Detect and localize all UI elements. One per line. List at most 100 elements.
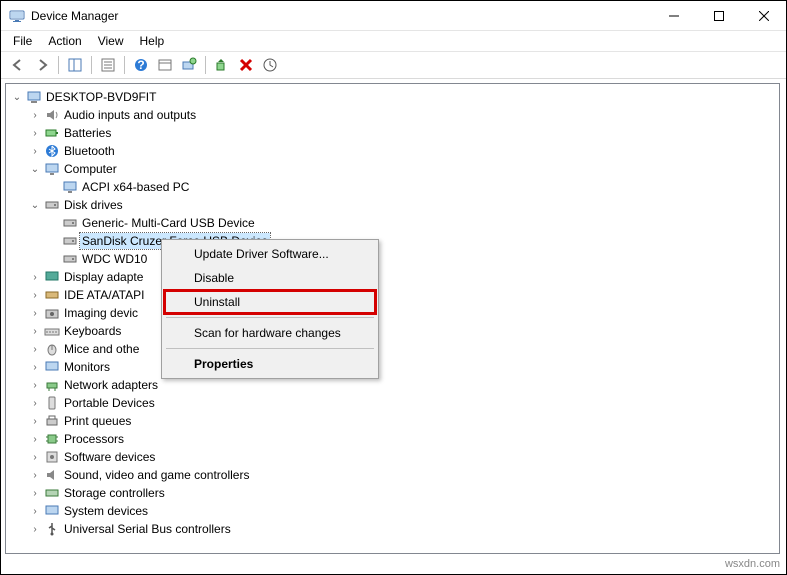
- ctx-update-driver[interactable]: Update Driver Software...: [164, 242, 376, 266]
- bluetooth-icon: [44, 143, 60, 159]
- expand-icon[interactable]: ›: [28, 324, 42, 338]
- tree-bluetooth[interactable]: › Bluetooth: [6, 142, 779, 160]
- tree-processors[interactable]: › Processors: [6, 430, 779, 448]
- disk-icon: [62, 215, 78, 231]
- tree-imaging[interactable]: › Imaging devic: [6, 304, 779, 322]
- tree-sound[interactable]: › Sound, video and game controllers: [6, 466, 779, 484]
- scan-hardware-button[interactable]: [178, 54, 200, 76]
- software-icon: [44, 449, 60, 465]
- expand-icon[interactable]: ›: [28, 414, 42, 428]
- tree-disk-drives[interactable]: ⌄ Disk drives: [6, 196, 779, 214]
- node-label: Disk drives: [62, 197, 125, 213]
- printer-icon: [44, 413, 60, 429]
- expand-icon[interactable]: ›: [28, 396, 42, 410]
- menu-view[interactable]: View: [90, 32, 132, 50]
- tree-print-queues[interactable]: › Print queues: [6, 412, 779, 430]
- node-label: ACPI x64-based PC: [80, 179, 191, 195]
- back-button[interactable]: [7, 54, 29, 76]
- node-label: DESKTOP-BVD9FIT: [44, 89, 158, 105]
- node-label: Universal Serial Bus controllers: [62, 521, 233, 537]
- tree-disk-generic[interactable]: Generic- Multi-Card USB Device: [6, 214, 779, 232]
- mouse-icon: [44, 341, 60, 357]
- toolbar-separator: [124, 56, 125, 74]
- ctx-uninstall[interactable]: Uninstall: [164, 290, 376, 314]
- node-label: Imaging devic: [62, 305, 140, 321]
- expand-icon[interactable]: ›: [28, 450, 42, 464]
- tree-software[interactable]: › Software devices: [6, 448, 779, 466]
- context-menu: Update Driver Software... Disable Uninst…: [161, 239, 379, 379]
- ctx-separator: [166, 317, 374, 318]
- list-button[interactable]: [154, 54, 176, 76]
- node-label: Generic- Multi-Card USB Device: [80, 215, 257, 231]
- expand-icon[interactable]: ›: [28, 270, 42, 284]
- expand-icon[interactable]: ›: [28, 486, 42, 500]
- expand-icon[interactable]: ›: [28, 432, 42, 446]
- svg-text:?: ?: [137, 58, 144, 72]
- ctx-separator: [166, 348, 374, 349]
- tree-monitors[interactable]: › Monitors: [6, 358, 779, 376]
- menu-help[interactable]: Help: [132, 32, 173, 50]
- menu-file[interactable]: File: [5, 32, 40, 50]
- tree-display[interactable]: › Display adapte: [6, 268, 779, 286]
- minimize-button[interactable]: [651, 1, 696, 30]
- tree-keyboards[interactable]: › Keyboards: [6, 322, 779, 340]
- tree-network[interactable]: › Network adapters: [6, 376, 779, 394]
- forward-button[interactable]: [31, 54, 53, 76]
- sound-icon: [44, 467, 60, 483]
- expand-icon[interactable]: ›: [28, 468, 42, 482]
- expand-icon[interactable]: ›: [28, 306, 42, 320]
- properties-button[interactable]: [97, 54, 119, 76]
- window-title: Device Manager: [31, 9, 651, 23]
- expand-icon[interactable]: ›: [28, 108, 42, 122]
- tree-audio[interactable]: › Audio inputs and outputs: [6, 106, 779, 124]
- network-icon: [44, 377, 60, 393]
- tree-batteries[interactable]: › Batteries: [6, 124, 779, 142]
- ide-icon: [44, 287, 60, 303]
- monitor-icon: [44, 359, 60, 375]
- close-button[interactable]: [741, 1, 786, 30]
- expand-icon[interactable]: ›: [28, 342, 42, 356]
- tree-portable[interactable]: › Portable Devices: [6, 394, 779, 412]
- tree-root[interactable]: ⌄ DESKTOP-BVD9FIT: [6, 88, 779, 106]
- expand-icon[interactable]: ›: [28, 288, 42, 302]
- tree-storage[interactable]: › Storage controllers: [6, 484, 779, 502]
- tree-disk-wdc[interactable]: WDC WD10: [6, 250, 779, 268]
- node-label: System devices: [62, 503, 150, 519]
- node-label: Monitors: [62, 359, 112, 375]
- tree-acpi[interactable]: ACPI x64-based PC: [6, 178, 779, 196]
- expand-icon[interactable]: ›: [28, 522, 42, 536]
- node-label: Keyboards: [62, 323, 123, 339]
- enable-button[interactable]: [211, 54, 233, 76]
- device-tree[interactable]: ⌄ DESKTOP-BVD9FIT › Audio inputs and out…: [5, 83, 780, 554]
- tree-mice[interactable]: › Mice and othe: [6, 340, 779, 358]
- show-hide-tree-button[interactable]: [64, 54, 86, 76]
- tree-disk-sandisk[interactable]: SanDisk Cruzer Force USB Device: [6, 232, 779, 250]
- maximize-button[interactable]: [696, 1, 741, 30]
- tree-computer[interactable]: ⌄ Computer: [6, 160, 779, 178]
- node-label: IDE ATA/ATAPI: [62, 287, 146, 303]
- expand-icon[interactable]: ›: [28, 144, 42, 158]
- menu-action[interactable]: Action: [40, 32, 89, 50]
- expand-icon[interactable]: ⌄: [28, 162, 42, 176]
- node-label: Mice and othe: [62, 341, 141, 357]
- tree-usb[interactable]: › Universal Serial Bus controllers: [6, 520, 779, 538]
- tree-ide[interactable]: › IDE ATA/ATAPI: [6, 286, 779, 304]
- expand-icon[interactable]: ›: [28, 126, 42, 140]
- update-driver-button[interactable]: [259, 54, 281, 76]
- ctx-scan[interactable]: Scan for hardware changes: [164, 321, 376, 345]
- expand-icon[interactable]: ⌄: [10, 90, 24, 104]
- ctx-properties[interactable]: Properties: [164, 352, 376, 376]
- tree-system[interactable]: › System devices: [6, 502, 779, 520]
- node-label: Bluetooth: [62, 143, 117, 159]
- expand-icon[interactable]: ›: [28, 360, 42, 374]
- camera-icon: [44, 305, 60, 321]
- expand-icon[interactable]: ›: [28, 378, 42, 392]
- display-icon: [44, 269, 60, 285]
- expand-icon[interactable]: ›: [28, 504, 42, 518]
- monitor-icon: [44, 161, 60, 177]
- expand-icon[interactable]: ⌄: [28, 198, 42, 212]
- help-button[interactable]: ?: [130, 54, 152, 76]
- ctx-disable[interactable]: Disable: [164, 266, 376, 290]
- node-label: Portable Devices: [62, 395, 157, 411]
- uninstall-button[interactable]: [235, 54, 257, 76]
